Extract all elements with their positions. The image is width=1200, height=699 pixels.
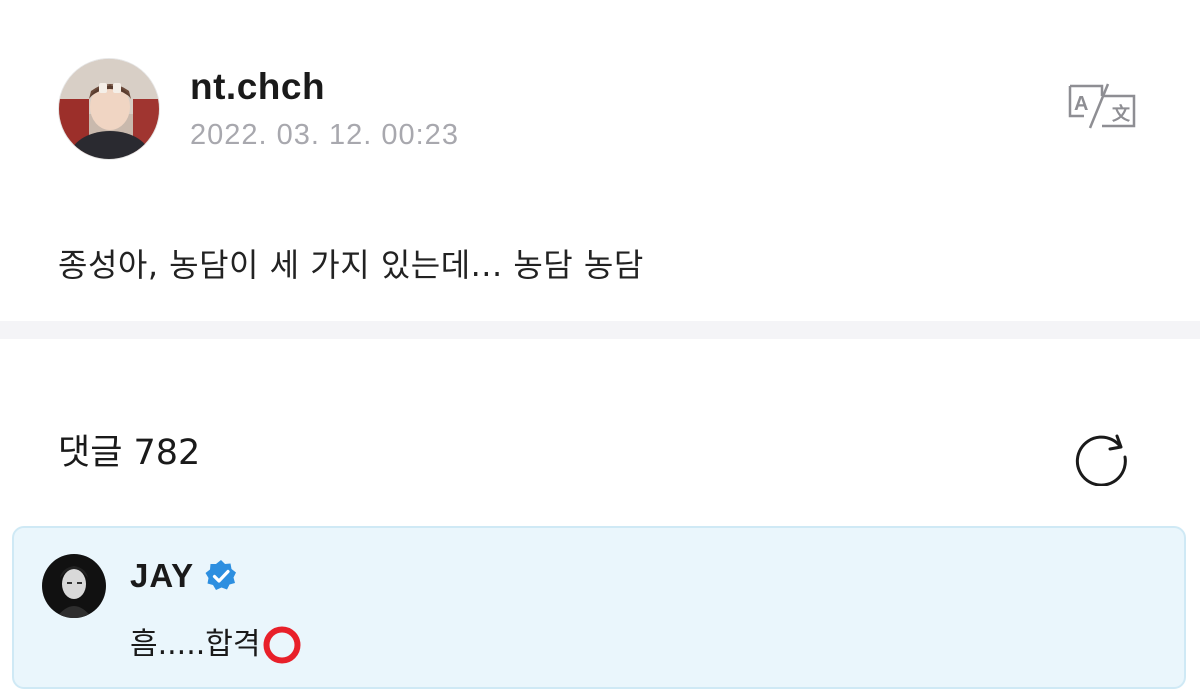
author-meta: nt.chch 2022. 03. 12. 00:23 [190,64,459,154]
comment-author-avatar[interactable] [42,554,106,618]
post-header: nt.chch 2022. 03. 12. 00:23 [58,58,459,160]
refresh-comments-button[interactable] [1070,424,1132,487]
verified-badge-icon [204,559,238,593]
translate-icon: A 文 [1068,83,1136,129]
author-avatar-image [59,59,159,159]
heavy-large-circle-icon [262,625,302,665]
author-avatar[interactable] [58,58,160,160]
svg-text:文: 文 [1112,103,1131,125]
comment-avatar-image [42,554,106,618]
refresh-icon [1075,434,1127,487]
post-page: nt.chch 2022. 03. 12. 00:23 A 文 종성아, 농담이… [0,0,1200,699]
post-date: 2022. 03. 12. 00:23 [190,119,459,151]
comment-author-name[interactable]: JAY [130,554,194,598]
section-divider [0,321,1200,339]
translate-button[interactable]: A 文 [1064,82,1140,130]
comment-author-row: JAY [130,554,238,598]
comment-text-content: 흠.....합격 [130,627,261,662]
comments-count-header: 댓글 782 [58,433,201,473]
author-name[interactable]: nt.chch [190,64,459,110]
comment-text: 흠.....합격 [130,622,302,668]
svg-text:A: A [1074,93,1088,115]
highlighted-comment[interactable]: JAY 흠.....합격 [12,526,1186,689]
post-body-text: 종성아, 농담이 세 가지 있는데... 농담 농담 [58,246,644,284]
